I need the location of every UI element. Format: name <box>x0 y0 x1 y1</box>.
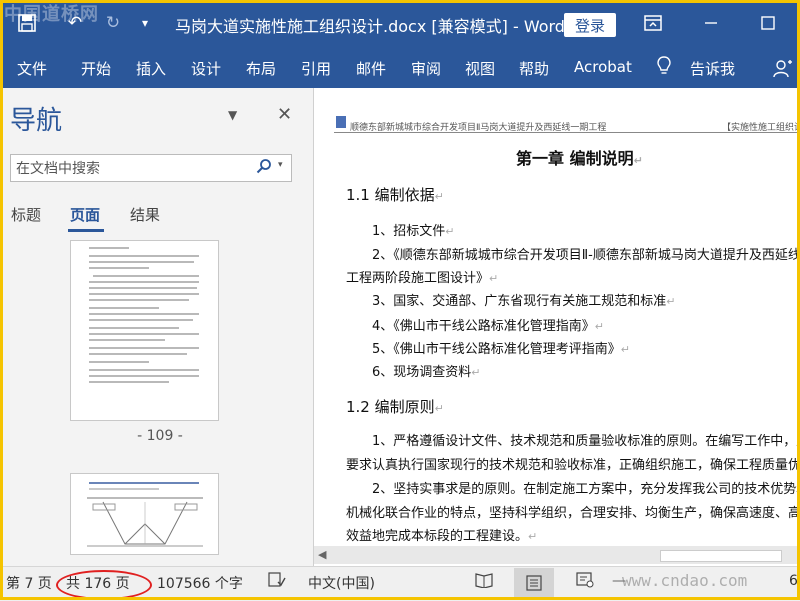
tab-review[interactable]: 审阅 <box>411 58 441 79</box>
doc-para-line-1: 1、严格遵循设计文件、技术规范和质量验收标准的原则。在编写工作中，严格按设 <box>372 434 800 449</box>
page-thumbnail-109[interactable] <box>70 240 219 421</box>
navigation-pane: 导航 ▼ ✕ ▾ 标题 页面 结果 - 109 - <box>0 88 314 566</box>
doc-item-4: 4、《佛山市干线公路标准化管理指南》↵ <box>372 319 604 334</box>
word-count[interactable]: 107566 个字 <box>157 573 243 593</box>
horizontal-scrollbar[interactable]: ◀ <box>314 546 800 564</box>
zoom-level-fragment[interactable]: 6 <box>789 573 798 589</box>
scrollbar-thumb[interactable] <box>660 550 782 562</box>
language-indicator[interactable]: 中文(中国) <box>308 573 375 593</box>
read-mode-icon[interactable] <box>475 572 493 592</box>
share-user-icon[interactable] <box>773 58 793 82</box>
ribbon-tabs: 文件 开始 插入 设计 布局 引用 邮件 审阅 视图 帮助 Acrobat 告诉… <box>0 50 800 88</box>
tab-insert[interactable]: 插入 <box>136 58 166 79</box>
nav-search-box[interactable]: ▾ <box>10 154 292 182</box>
minimize-icon[interactable] <box>700 12 722 34</box>
document-page[interactable]: 顺德东部新城城市综合开发项目Ⅱ马岗大道提升及西延线一期工程 【实施性施工组织设 … <box>314 88 800 546</box>
close-icon[interactable]: ✕ <box>277 104 292 125</box>
tab-pages[interactable]: 页面 <box>70 204 100 225</box>
nav-pane-title: 导航 <box>10 106 63 136</box>
tab-results[interactable]: 结果 <box>130 204 160 225</box>
window-title: 马岗大道实施性施工组织设计.docx [兼容模式] - Word <box>175 17 565 36</box>
page-position[interactable]: 第 7 页 <box>6 573 52 593</box>
tab-file[interactable]: 文件 <box>17 58 47 79</box>
scroll-left-icon[interactable]: ◀ <box>318 548 326 561</box>
doc-item-1: 1、招标文件↵ <box>372 224 455 239</box>
doc-para-line-4: 机械化联合作业的特点，坚持科学组织，合理安排、均衡生产，确保高速度、高质量、 <box>346 506 800 521</box>
undo-icon[interactable]: ↶ <box>64 12 86 34</box>
thumbnail-diagram <box>87 497 203 547</box>
tab-mailings[interactable]: 邮件 <box>356 58 386 79</box>
chapter-heading: 第一章 编制说明↵ <box>516 149 643 168</box>
proofing-icon[interactable] <box>268 572 286 592</box>
tab-acrobat[interactable]: Acrobat <box>574 58 632 76</box>
search-icon[interactable] <box>256 158 272 178</box>
doc-item-2-cont: 工程两阶段施工图设计》↵ <box>346 271 499 286</box>
section-heading-1-2: 1.2 编制原则↵ <box>346 398 444 416</box>
page-number-label: - 109 - <box>137 428 183 444</box>
print-layout-button[interactable] <box>514 568 554 598</box>
watermark-bottom: www.cndao.com <box>622 571 748 590</box>
search-input[interactable] <box>14 158 253 180</box>
maximize-icon[interactable] <box>757 12 779 34</box>
ribbon-display-options-icon[interactable] <box>642 12 664 34</box>
doc-item-6: 6、现场调查资料↵ <box>372 365 481 380</box>
tab-home[interactable]: 开始 <box>81 58 111 79</box>
header-divider <box>334 132 800 133</box>
page-thumbnail-110[interactable] <box>70 473 219 555</box>
active-tab-indicator <box>68 229 104 232</box>
doc-para-line-3: 2、坚持实事求是的原则。在制定施工方案中，充分发挥我公司的技术优势和专业化 <box>372 482 800 497</box>
tab-tell-me[interactable]: 告诉我 <box>690 58 735 79</box>
doc-item-3: 3、国家、交通部、广东省现行有关施工规范和标准↵ <box>372 294 676 309</box>
total-pages: 共 176 页 <box>66 576 130 592</box>
doc-item-5: 5、《佛山市干线公路标准化管理考评指南》↵ <box>372 342 630 357</box>
web-layout-icon[interactable] <box>576 572 594 592</box>
tab-view[interactable]: 视图 <box>465 58 495 79</box>
redo-icon[interactable]: ↻ <box>102 12 124 34</box>
tab-headings[interactable]: 标题 <box>11 204 41 225</box>
doc-para-line-2: 要求认真执行国家现行的技术规范和验收标准，正确组织施工，确保工程质量优良 <box>346 458 800 473</box>
nav-options-chevron-icon[interactable]: ▼ <box>228 108 237 122</box>
title-bar: 中国道桥网 ↶ ↻ ▾ 马岗大道实施性施工组织设计.docx [兼容模式] - … <box>0 0 800 50</box>
save-icon[interactable] <box>16 12 38 34</box>
tab-layout[interactable]: 布局 <box>246 58 276 79</box>
company-logo-icon <box>336 116 346 128</box>
tab-references[interactable]: 引用 <box>301 58 331 79</box>
doc-para-line-5: 效益地完成本标段的工程建设。↵ <box>346 529 538 544</box>
search-dropdown-icon[interactable]: ▾ <box>278 160 283 170</box>
section-heading-1-1: 1.1 编制依据↵ <box>346 186 444 204</box>
tab-help[interactable]: 帮助 <box>519 58 549 79</box>
login-button[interactable]: 登录 <box>564 13 616 37</box>
customize-toolbar-icon[interactable]: ▾ <box>134 12 156 34</box>
lightbulb-icon[interactable] <box>657 56 671 81</box>
tab-design[interactable]: 设计 <box>191 58 221 79</box>
doc-item-2: 2、《顺德东部新城城市综合开发项目Ⅱ-顺德东部新城马岗大道提升及西延线一 <box>372 248 800 263</box>
